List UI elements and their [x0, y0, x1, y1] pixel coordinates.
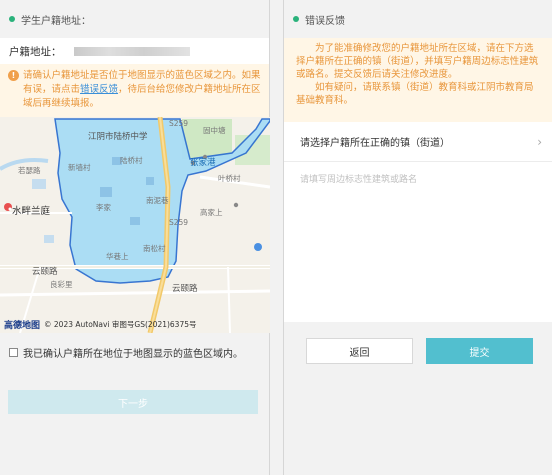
- left-title: 学生户籍地址：: [21, 15, 91, 27]
- map-label-nansong: 南松村: [143, 244, 166, 253]
- confirm-checkbox-row[interactable]: 我已确认户籍所在地位于地图显示的蓝色区域内。: [0, 341, 269, 363]
- map-label-guzhong: 固中塘: [203, 126, 226, 135]
- map-label-hongbang: 南泥巷: [146, 196, 169, 205]
- map-label-rushan: 若瑟路: [18, 166, 41, 175]
- landmark-input[interactable]: [284, 162, 552, 322]
- warning-icon: !: [8, 70, 19, 81]
- feedback-notice: 为了能准确修改您的户籍地址所在区域，请在下方选择户籍所在正确的镇（街道），并填写…: [284, 38, 552, 122]
- feedback-notice-p1: 为了能准确修改您的户籍地址所在区域，请在下方选择户籍所在正确的镇（街道），并填写…: [296, 43, 539, 80]
- map-label-yuncai: 良彩里: [50, 280, 73, 289]
- map-copyright: 高德地图 © 2023 AutoNavi 审图号GS(2021)6375号: [4, 318, 197, 331]
- map-label-school: 江阴市陆桥中学: [88, 132, 148, 142]
- map-copyright-text: © 2023 AutoNavi 审图号GS(2021)6375号: [44, 320, 197, 329]
- map-label-s259-top: S259: [169, 119, 189, 128]
- student-address-panel: 学生户籍地址： 户籍地址： ! 请确认户籍地址是否位于地图显示的蓝色区域之内。如…: [0, 0, 270, 475]
- confirm-checkbox[interactable]: [9, 347, 18, 357]
- map-label-shuipan: 水畔兰庭: [12, 206, 51, 217]
- map-label-xinqiao: 新墙村: [68, 163, 91, 172]
- map-logo: 高德地图: [4, 321, 41, 331]
- left-header: 学生户籍地址：: [0, 0, 269, 38]
- status-dot-icon: [9, 16, 15, 22]
- map-label-zhangtang: 张家港: [190, 158, 216, 168]
- address-row: 户籍地址：: [0, 38, 269, 64]
- map-label-huacun: 华巷上: [106, 252, 129, 261]
- back-button[interactable]: 返回: [306, 338, 413, 364]
- map-label-luqiao: 陆桥村: [120, 156, 143, 165]
- map-canvas: [0, 117, 270, 333]
- town-select-label: 请选择户籍所在正确的镇（街道）: [300, 138, 450, 149]
- next-button[interactable]: 下一步: [8, 390, 258, 414]
- map-label-yunfu: 云颐路: [32, 267, 58, 277]
- right-title: 错误反馈: [305, 15, 345, 27]
- submit-button[interactable]: 提交: [426, 338, 533, 364]
- right-header: 错误反馈: [284, 0, 552, 38]
- feedback-notice-p2: 如有疑问，请联系镇（街道）教育科或江阴市教育局基础教育科。: [296, 82, 534, 106]
- confirm-checkbox-label: 我已确认户籍所在地位于地图显示的蓝色区域内。: [23, 348, 243, 360]
- confirm-notice: ! 请确认户籍地址是否位于地图显示的蓝色区域之内。如果有误，请点击错误反馈，待后…: [0, 64, 269, 117]
- map-label-s259-mid: S259: [169, 218, 189, 227]
- status-dot-icon: [293, 16, 299, 22]
- address-value-redacted: [73, 46, 190, 56]
- map-label-yunfu2: 云颐路: [172, 284, 198, 294]
- address-label: 户籍地址：: [9, 45, 62, 58]
- chevron-right-icon: ›: [537, 134, 542, 149]
- address-map[interactable]: 江阴市陆桥中学 S259 固中塘 张家港 新墙村 陆桥村 若瑟路 叶桥村 水畔兰…: [0, 117, 270, 333]
- error-feedback-panel: 错误反馈 为了能准确修改您的户籍地址所在区域，请在下方选择户籍所在正确的镇（街道…: [283, 0, 552, 475]
- town-select[interactable]: 请选择户籍所在正确的镇（街道） ›: [284, 122, 552, 162]
- map-label-yejia: 叶桥村: [218, 174, 241, 183]
- confirm-notice-text: 请确认户籍地址是否位于地图显示的蓝色区域之内。如果有误，请点击错误反馈，待后台给…: [23, 70, 261, 109]
- map-label-lidong: 李家: [96, 203, 111, 212]
- map-label-gaojia: 高家上: [200, 208, 223, 217]
- error-feedback-link[interactable]: 错误反馈: [80, 84, 118, 95]
